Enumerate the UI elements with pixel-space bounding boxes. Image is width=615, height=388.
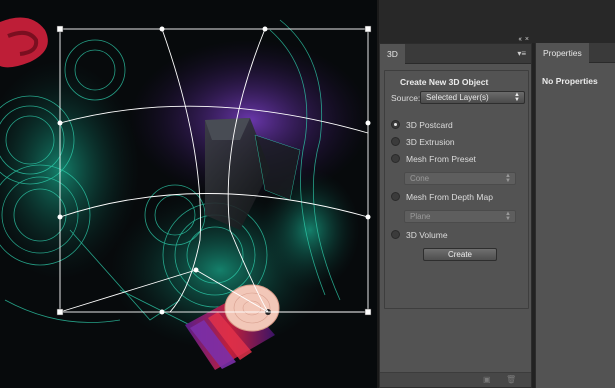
tab-3d[interactable]: 3D bbox=[380, 44, 405, 64]
radio-icon bbox=[391, 137, 400, 146]
trash-icon[interactable]: 🗑 bbox=[506, 376, 516, 384]
depth-map-select[interactable]: Plane ▲ ▼ bbox=[404, 210, 516, 223]
artwork bbox=[0, 17, 372, 370]
no-properties-message: No Properties bbox=[542, 76, 598, 86]
properties-tabbar: Properties bbox=[536, 43, 615, 63]
select-arrows-icon: ▲ ▼ bbox=[514, 92, 520, 103]
tab-properties[interactable]: Properties bbox=[536, 43, 589, 63]
preset-select[interactable]: Cone ▲ ▼ bbox=[404, 172, 516, 185]
source-select[interactable]: Selected Layer(s) ▲ ▼ bbox=[420, 91, 525, 104]
option-label: 3D Extrusion bbox=[406, 137, 455, 147]
create-3d-object-title: Create New 3D Object bbox=[400, 77, 489, 87]
radio-icon bbox=[391, 192, 400, 201]
option-mesh-from-depth-map[interactable]: Mesh From Depth Map bbox=[391, 191, 493, 203]
option-3d-postcard[interactable]: 3D Postcard bbox=[391, 119, 453, 131]
option-label: 3D Volume bbox=[406, 230, 448, 240]
panel-3d: ‹‹ × 3D ▾≡ Create New 3D Object Source: … bbox=[379, 36, 532, 388]
option-label: 3D Postcard bbox=[406, 120, 453, 130]
panel-dock-top bbox=[379, 0, 615, 43]
option-mesh-from-preset[interactable]: Mesh From Preset bbox=[391, 153, 476, 165]
source-label: Source: bbox=[391, 93, 421, 103]
panel-properties: Properties No Properties bbox=[535, 43, 615, 388]
preset-select-value: Cone bbox=[410, 174, 430, 183]
option-3d-volume[interactable]: 3D Volume bbox=[391, 229, 448, 241]
new-layer-icon[interactable]: ▣ bbox=[483, 376, 492, 384]
source-select-value: Selected Layer(s) bbox=[426, 93, 489, 102]
option-label: Mesh From Depth Map bbox=[406, 192, 493, 202]
create-button[interactable]: Create bbox=[423, 248, 497, 261]
close-panel-icon[interactable]: × bbox=[525, 36, 529, 43]
create-3d-object-group: Create New 3D Object Source: Selected La… bbox=[384, 70, 529, 309]
depth-map-select-value: Plane bbox=[410, 212, 431, 221]
panel-menu-icon[interactable]: ▾≡ bbox=[517, 49, 526, 58]
option-3d-extrusion[interactable]: 3D Extrusion bbox=[391, 136, 455, 148]
select-arrows-icon: ▲ ▼ bbox=[505, 173, 511, 184]
panel-3d-tabbar: 3D ▾≡ bbox=[380, 44, 531, 64]
radio-icon bbox=[391, 230, 400, 239]
collapse-panels-icon[interactable]: ‹‹ bbox=[518, 36, 522, 43]
panel-3d-footer: ▣ 🗑 bbox=[380, 372, 531, 387]
radio-icon bbox=[391, 154, 400, 163]
option-label: Mesh From Preset bbox=[406, 154, 476, 164]
radio-icon bbox=[391, 120, 400, 129]
document-canvas[interactable] bbox=[0, 0, 377, 388]
select-arrows-icon: ▲ ▼ bbox=[505, 211, 511, 222]
